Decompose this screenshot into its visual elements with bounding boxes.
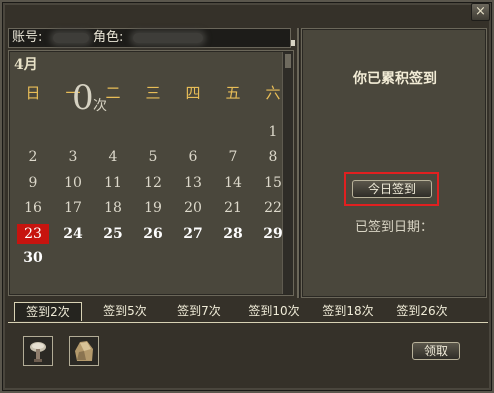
weekday-label: 五: [225, 84, 241, 102]
reward-slot-2[interactable]: [69, 336, 99, 366]
calendar-day[interactable]: 10: [58, 174, 88, 192]
weekday-label: 四: [185, 84, 201, 102]
calendar-day[interactable]: 21: [218, 199, 248, 217]
panel-divider: [297, 28, 299, 298]
calendar-day-today[interactable]: 23: [17, 224, 49, 244]
mushroom-lamp-icon: [24, 337, 52, 365]
calendar-day[interactable]: 19: [138, 199, 168, 217]
calendar-day[interactable]: 12: [138, 174, 168, 192]
calendar-day[interactable]: 15: [258, 174, 288, 192]
calendar-day[interactable]: 25: [98, 225, 128, 243]
calendar-day[interactable]: 22: [258, 199, 288, 217]
tab-sign-5[interactable]: 签到5次: [92, 302, 158, 321]
calendar-day[interactable]: 8: [258, 148, 288, 166]
calendar-day[interactable]: 29: [258, 225, 288, 243]
account-label: 账号:: [12, 30, 43, 45]
calendar-day[interactable]: 30: [18, 249, 48, 267]
weekday-label: 六: [265, 84, 281, 102]
calendar-day[interactable]: 13: [178, 174, 208, 192]
calendar-day[interactable]: 11: [98, 174, 128, 192]
claim-reward-button[interactable]: 领取: [412, 342, 460, 360]
calendar-day[interactable]: 28: [218, 225, 248, 243]
tab-sign-7[interactable]: 签到7次: [166, 302, 232, 321]
tab-sign-2[interactable]: 签到2次: [14, 302, 82, 321]
calendar-day[interactable]: 14: [218, 174, 248, 192]
calendar-day[interactable]: 4: [98, 148, 128, 166]
calendar-day[interactable]: 6: [178, 148, 208, 166]
signed-dates-label: 已签到日期：: [354, 220, 433, 235]
tab-sign-10[interactable]: 签到10次: [238, 302, 310, 321]
calendar-day[interactable]: 16: [18, 199, 48, 217]
scroll-indicator: [291, 40, 295, 46]
calendar-day[interactable]: 7: [218, 148, 248, 166]
reward-tabs: 签到2次 签到5次 签到7次 签到10次 签到18次 签到26次: [8, 302, 488, 323]
scrollbar-thumb[interactable]: [285, 54, 291, 68]
calendar-day[interactable]: 2: [18, 148, 48, 166]
calendar-day[interactable]: 9: [18, 174, 48, 192]
calendar-day[interactable]: 26: [138, 225, 168, 243]
close-button[interactable]: ×: [471, 3, 490, 21]
calendar-day[interactable]: 24: [58, 225, 88, 243]
sign-today-button[interactable]: 今日签到: [352, 180, 432, 198]
cumulative-sign-title: 你已累积签到: [353, 71, 437, 87]
calendar-day[interactable]: 27: [178, 225, 208, 243]
calendar-day[interactable]: 1: [258, 123, 288, 141]
reward-slot-1[interactable]: [23, 336, 53, 366]
calendar-day[interactable]: 17: [58, 199, 88, 217]
weekday-label: 日: [25, 84, 41, 102]
ore-stone-icon: [70, 337, 98, 365]
sign-count-unit: 次: [93, 98, 107, 114]
sign-count-value: 0: [72, 78, 94, 118]
account-bar: 账号: 角色:: [8, 28, 291, 48]
role-value-redacted: [133, 33, 203, 43]
sign-in-panel: 你已累积签到: [301, 28, 487, 298]
calendar-day[interactable]: 5: [138, 148, 168, 166]
calendar-day[interactable]: 20: [178, 199, 208, 217]
tab-sign-18[interactable]: 签到18次: [312, 302, 384, 321]
tab-sign-26[interactable]: 签到26次: [386, 302, 458, 321]
calendar-day[interactable]: 18: [98, 199, 128, 217]
account-value-redacted: [53, 33, 89, 43]
role-label: 角色:: [93, 30, 124, 45]
weekday-label: 三: [145, 84, 161, 102]
calendar-day[interactable]: 3: [58, 148, 88, 166]
month-label: 4月: [14, 57, 38, 73]
